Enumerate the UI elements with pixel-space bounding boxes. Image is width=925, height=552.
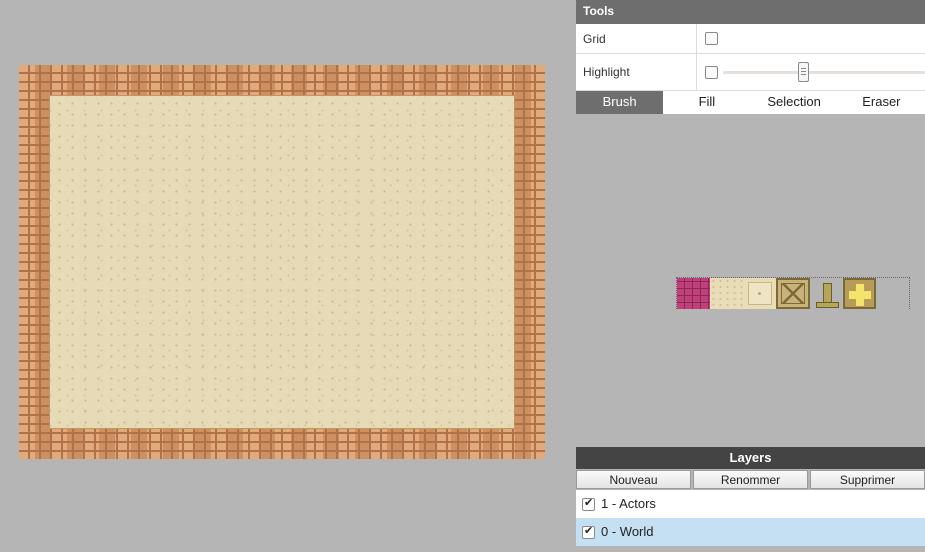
highlight-slider-track[interactable] (723, 71, 925, 74)
rename-layer-button[interactable]: Renommer (693, 470, 808, 489)
tileset-area (576, 114, 925, 446)
sand-tile[interactable] (710, 278, 744, 309)
highlight-slider-thumb[interactable] (798, 62, 809, 82)
layer-name: World (619, 524, 654, 539)
grid-row: Grid (576, 24, 925, 54)
tools-header: Tools (576, 0, 925, 24)
layer-name: Actors (619, 496, 656, 511)
layer-index: 1 - (601, 496, 617, 511)
row-divider (696, 54, 697, 90)
tools-panel: Tools Grid Highlight Brush Fill Selectio… (576, 0, 925, 552)
tab-eraser[interactable]: Eraser (838, 91, 925, 114)
layer-visibility-checkbox[interactable] (582, 496, 595, 511)
highlight-row: Highlight (576, 54, 925, 91)
tileset (676, 277, 910, 309)
post-tile[interactable] (809, 278, 843, 309)
tab-selection[interactable]: Selection (751, 91, 838, 114)
tab-fill[interactable]: Fill (663, 91, 750, 114)
layer-index: 0 - (601, 524, 617, 539)
tab-brush[interactable]: Brush (576, 91, 664, 114)
empty-tile[interactable] (875, 278, 909, 309)
grid-checkbox[interactable] (705, 32, 718, 45)
layer-label: 1 - Actors (601, 496, 656, 511)
grid-label: Grid (583, 32, 606, 46)
layers-header: Layers (576, 447, 925, 469)
layer-label: 0 - World (601, 524, 654, 539)
highlight-checkbox[interactable] (705, 66, 718, 79)
layer-row-world[interactable]: 0 - World (576, 518, 925, 546)
new-layer-button[interactable]: Nouveau (576, 470, 691, 489)
row-divider (696, 24, 697, 53)
crate-tile[interactable] (776, 278, 810, 309)
layer-buttons: Nouveau Renommer Supprimer (576, 470, 925, 490)
delete-layer-button[interactable]: Supprimer (810, 470, 925, 489)
highlight-label: Highlight (583, 65, 630, 79)
gem-tile[interactable] (842, 278, 876, 309)
map-floor[interactable] (49, 95, 515, 429)
wall-tile[interactable] (677, 278, 711, 309)
map-canvas-area[interactable] (0, 0, 576, 552)
level-map[interactable] (19, 65, 545, 459)
layer-visibility-checkbox[interactable] (582, 524, 595, 539)
layer-row-actors[interactable]: 1 - Actors (576, 490, 925, 518)
tool-tabs: Brush Fill Selection Eraser (576, 91, 925, 114)
target-tile[interactable] (743, 278, 777, 309)
